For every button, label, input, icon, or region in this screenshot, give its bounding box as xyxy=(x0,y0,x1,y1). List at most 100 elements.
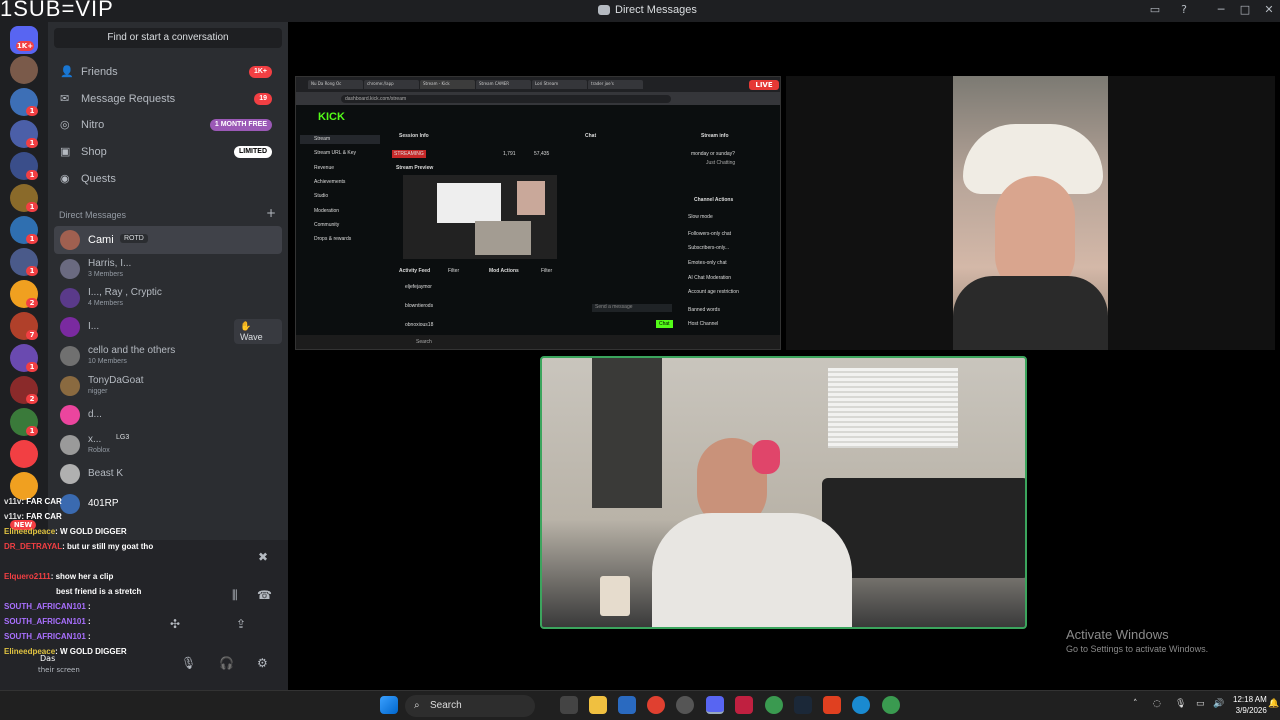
nav-shop[interactable]: ▣ Shop LIMITED xyxy=(56,140,282,164)
nav-message-requests[interactable]: ✉ Message Requests 19 xyxy=(56,87,282,111)
nav-nitro[interactable]: ◎ Nitro 1 MONTH FREE xyxy=(56,113,282,137)
nav-quests[interactable]: ◉ Quests xyxy=(56,167,282,191)
close-button[interactable]: ✕ xyxy=(1260,3,1278,19)
kick-nav-item[interactable]: Studio xyxy=(314,193,328,199)
dm-sub: 3 Members xyxy=(88,271,124,278)
channel-action[interactable]: Slow mode xyxy=(688,214,713,220)
file-explorer-icon[interactable] xyxy=(589,696,607,714)
browser-tab[interactable]: Lori Stream xyxy=(532,80,587,89)
activities-icon[interactable]: ✣ xyxy=(170,617,180,631)
dm-item[interactable]: d... xyxy=(54,401,282,429)
dm-item[interactable]: TonyDaGoat nigger xyxy=(54,372,282,400)
channel-action[interactable]: Host Channel xyxy=(688,321,718,327)
minimize-button[interactable]: ─ xyxy=(1212,3,1230,19)
start-icon[interactable] xyxy=(380,696,398,714)
channel-action[interactable]: Account age restriction xyxy=(688,289,739,295)
requests-badge: 19 xyxy=(254,93,272,105)
address-bar[interactable]: dashboard.kick.com/stream xyxy=(341,95,671,103)
notification-icon[interactable]: 🔔 xyxy=(1268,699,1279,709)
dm-item[interactable]: x... LG3 Roblox xyxy=(54,431,282,459)
dm-item[interactable]: Beast K xyxy=(54,460,282,488)
inbox-icon[interactable]: ▭ xyxy=(1146,3,1164,19)
dm-item[interactable]: cello and the others 10 Members xyxy=(54,342,282,370)
kick-chat-send-button[interactable]: Chat xyxy=(656,320,673,328)
screen-share-tile[interactable]: Nu Da Rong Oc chrome://app Stream - Kick… xyxy=(295,76,781,350)
avatar xyxy=(60,230,80,250)
browser-tab[interactable]: Nu Da Rong Oc xyxy=(308,80,363,89)
tray-icon[interactable]: ◌ xyxy=(1153,699,1161,709)
dm-tag: ROTD xyxy=(120,234,148,243)
disconnect-icon[interactable]: ✖ xyxy=(258,550,268,564)
wave-button[interactable]: ✋ Wave xyxy=(234,319,282,344)
kick-nav-item[interactable]: Stream xyxy=(300,135,380,144)
hangup-icon[interactable]: ☎ xyxy=(257,588,272,602)
mic-tray-icon[interactable]: 🎙 xyxy=(1175,699,1186,709)
kick-nav-item[interactable]: Moderation xyxy=(314,208,339,214)
kick-nav-item[interactable]: Stream URL & Key xyxy=(314,150,356,156)
kick-chat-input[interactable]: Send a message xyxy=(592,304,672,312)
app-icon[interactable] xyxy=(735,696,753,714)
channel-action[interactable]: Followers-only chat xyxy=(688,231,731,237)
stream-preview xyxy=(403,175,557,259)
server-badge: 1 xyxy=(26,202,38,212)
dm-item[interactable]: Harris, I... 3 Members xyxy=(54,255,282,283)
store-icon[interactable] xyxy=(618,696,636,714)
nav-label: Message Requests xyxy=(81,93,176,105)
kick-nav-item[interactable]: Revenue xyxy=(314,165,334,171)
nav-friends[interactable]: 👤 Friends 1K+ xyxy=(56,60,282,84)
task-view-icon[interactable] xyxy=(560,696,578,714)
dm-item[interactable]: I... ✋ Wave xyxy=(54,313,282,344)
dm-item[interactable]: I..., Ray , Cryptic 4 Members xyxy=(54,284,282,312)
channel-action[interactable]: Subscribers-only... xyxy=(688,245,729,251)
browser-tab[interactable]: Stream CAMER xyxy=(476,80,531,89)
nitro-icon: ◎ xyxy=(60,119,70,131)
chrome-icon[interactable] xyxy=(765,696,783,714)
settings-gear-icon[interactable]: ⚙ xyxy=(257,656,268,670)
browser-tab[interactable]: Stream - Kick xyxy=(420,80,475,89)
find-conversation-button[interactable]: Find or start a conversation xyxy=(54,28,282,48)
headphone-icon[interactable]: 🎧 xyxy=(219,656,234,670)
chat-user: v11v xyxy=(4,512,22,521)
app-icon[interactable] xyxy=(823,696,841,714)
steam-icon[interactable] xyxy=(794,696,812,714)
camera-tile-main[interactable] xyxy=(540,356,1027,629)
network-icon[interactable]: ▭ xyxy=(1196,699,1205,709)
help-icon[interactable]: ? xyxy=(1175,3,1193,19)
tray-chevron-icon[interactable]: ˄ xyxy=(1133,699,1138,709)
chat-msg: FAR CAR xyxy=(26,512,62,521)
browser-tab[interactable]: chrome://app xyxy=(364,80,419,89)
dm-item[interactable]: Cami ROTD xyxy=(54,226,282,254)
soundboard-icon[interactable]: ⫼ xyxy=(232,588,238,603)
kick-nav-item[interactable]: Achievements xyxy=(314,179,345,185)
channel-action[interactable]: Emotes-only chat xyxy=(688,260,727,266)
discord-taskbar-icon[interactable] xyxy=(706,696,724,714)
chrome-icon[interactable] xyxy=(647,696,665,714)
filter-button[interactable]: Filter xyxy=(448,268,459,274)
kick-nav-item[interactable]: Community xyxy=(314,222,339,228)
clock[interactable]: 12:18 AM 3/9/2026 xyxy=(1233,694,1267,716)
channel-action[interactable]: Banned words xyxy=(688,307,720,313)
add-dm-icon[interactable]: + xyxy=(266,206,276,220)
edge-icon[interactable] xyxy=(852,696,870,714)
obs-icon[interactable] xyxy=(676,696,694,714)
chat-msg: best friend is a stretch xyxy=(56,587,142,596)
channel-action[interactable]: AI Chat Moderation xyxy=(688,275,731,281)
server-icon[interactable] xyxy=(10,440,38,468)
browser-tab[interactable]: trader joe's xyxy=(588,80,643,89)
kick-nav-item[interactable]: Drops & rewards xyxy=(314,236,351,242)
chrome-icon[interactable] xyxy=(882,696,900,714)
dm-item[interactable]: 401RP xyxy=(54,490,282,518)
body-shape xyxy=(953,276,1108,350)
chat-user: Elquero2111 xyxy=(4,572,51,581)
server-icon[interactable] xyxy=(10,56,38,84)
server-icon[interactable] xyxy=(10,472,38,500)
mail-icon: ✉ xyxy=(60,93,70,105)
filter-button[interactable]: Filter xyxy=(541,268,552,274)
volume-icon[interactable]: 🔊 xyxy=(1213,699,1224,709)
avatar xyxy=(60,405,80,425)
mic-icon[interactable]: 🎙 xyxy=(181,656,196,670)
taskbar-search[interactable]: Search xyxy=(405,695,535,717)
share-screen-icon[interactable]: ⇪ xyxy=(236,617,246,631)
stream-title: monday or sunday? xyxy=(691,151,735,157)
maximize-button[interactable]: □ xyxy=(1236,3,1254,19)
